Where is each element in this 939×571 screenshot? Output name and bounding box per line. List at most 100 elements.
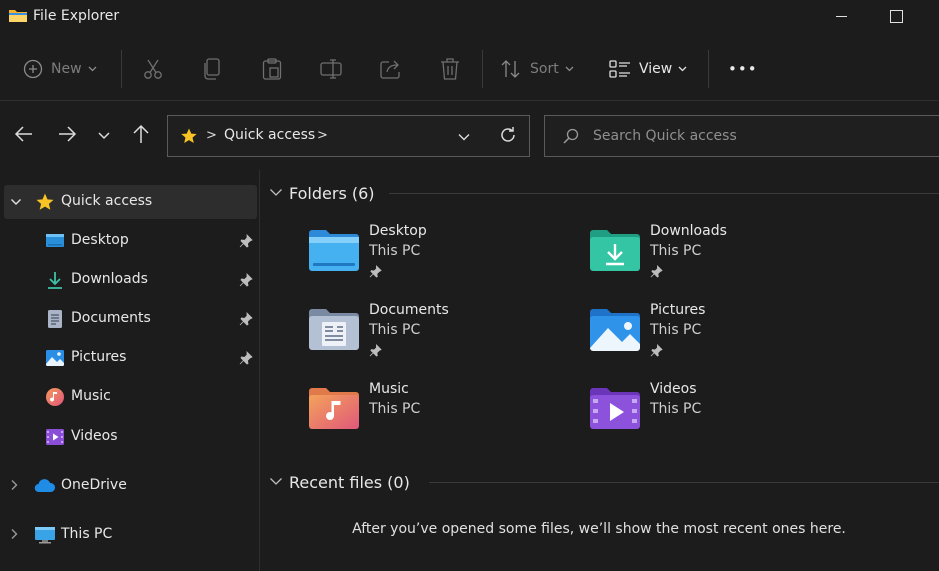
address-row: > Quick access > [0, 100, 939, 170]
share-button[interactable] [380, 54, 402, 84]
folder-location: This PC [650, 401, 702, 417]
folder-location: This PC [369, 322, 421, 338]
folder-name: Downloads [650, 223, 727, 239]
desktop-folder-icon [307, 229, 361, 273]
sidebar-item-videos[interactable]: Videos [0, 420, 258, 454]
back-button[interactable] [13, 123, 37, 147]
videos-icon [45, 427, 65, 447]
refresh-icon[interactable] [498, 125, 518, 149]
content-pane: Folders (6) Desktop This PC Downloads Th… [261, 170, 939, 571]
sidebar-item-this-pc[interactable]: This PC [0, 518, 258, 552]
sidebar-item-pictures[interactable]: Pictures [0, 341, 258, 375]
chevron-down-icon[interactable] [458, 129, 470, 145]
recent-files-group-header[interactable]: Recent files (0) [269, 470, 939, 494]
group-divider [429, 482, 939, 483]
folder-tile-pictures[interactable]: Pictures This PC [588, 302, 858, 374]
address-bar[interactable]: > Quick access > [167, 115, 530, 157]
sidebar-item-downloads[interactable]: Downloads [0, 263, 258, 297]
copy-button[interactable] [203, 54, 221, 84]
desktop-icon [45, 231, 65, 251]
sidebar-item-desktop[interactable]: Desktop [0, 224, 258, 258]
folder-tile-music[interactable]: Music This PC [307, 381, 577, 453]
view-button[interactable]: View [609, 54, 687, 84]
title-bar: File Explorer [0, 0, 939, 36]
pin-icon [369, 265, 382, 282]
sidebar-item-documents[interactable]: Documents [0, 302, 258, 336]
copy-icon [203, 58, 221, 80]
folder-name: Music [369, 381, 409, 397]
pin-icon [650, 344, 663, 361]
pin-icon [369, 344, 382, 361]
pictures-icon [45, 348, 65, 368]
rename-button[interactable] [320, 54, 342, 84]
share-icon [380, 59, 402, 79]
breadcrumb-quick-access[interactable]: Quick access [224, 127, 315, 143]
folders-group-header[interactable]: Folders (6) [269, 181, 939, 205]
sidebar-item-label: Desktop [71, 232, 129, 248]
new-label: New [51, 61, 82, 77]
search-input[interactable] [593, 125, 923, 147]
sidebar-item-label: Documents [71, 310, 151, 326]
toolbar-divider [482, 50, 483, 88]
up-button[interactable] [130, 123, 154, 147]
arrow-right-icon [59, 126, 77, 142]
pin-icon [239, 234, 253, 252]
recent-locations-button[interactable] [97, 129, 121, 153]
forward-button[interactable] [56, 123, 80, 147]
chevron-down-icon[interactable] [10, 195, 22, 211]
sidebar-item-label: OneDrive [61, 477, 127, 493]
view-list-icon [609, 60, 631, 78]
pin-icon [650, 265, 663, 282]
plus-circle-icon [23, 59, 43, 79]
cut-icon [143, 58, 163, 80]
folder-tile-desktop[interactable]: Desktop This PC [307, 223, 577, 295]
more-options-button[interactable]: ••• [728, 54, 758, 84]
folder-location: This PC [369, 401, 421, 417]
cut-button[interactable] [143, 54, 163, 84]
arrow-left-icon [14, 126, 32, 142]
sort-icon [500, 59, 522, 79]
chevron-down-icon [269, 474, 283, 490]
pin-icon [239, 312, 253, 330]
delete-button[interactable] [440, 54, 460, 84]
search-box[interactable] [544, 115, 939, 157]
music-icon [45, 387, 65, 407]
minimize-button[interactable] [819, 0, 865, 32]
folder-name: Videos [650, 381, 697, 397]
folders-header-label: Folders (6) [289, 183, 375, 203]
paste-button[interactable] [262, 54, 282, 84]
pin-icon [239, 273, 253, 291]
folder-name: Desktop [369, 223, 427, 239]
star-icon [180, 127, 198, 149]
sidebar-item-quick-access[interactable]: Quick access [4, 185, 257, 219]
sidebar-item-label: Quick access [61, 193, 153, 209]
sidebar-item-onedrive[interactable]: OneDrive [0, 469, 258, 503]
breadcrumb-chevron[interactable]: > [317, 128, 328, 143]
this-pc-icon [34, 525, 55, 545]
window-title: File Explorer [33, 8, 120, 24]
sidebar-item-label: Downloads [71, 271, 148, 287]
folder-location: This PC [650, 243, 702, 259]
toolbar-divider [708, 50, 709, 88]
sidebar-item-label: Videos [71, 428, 118, 444]
chevron-right-icon[interactable] [10, 528, 18, 544]
chevron-down-icon [678, 66, 687, 72]
chevron-right-icon[interactable] [10, 479, 18, 495]
star-icon [35, 192, 55, 212]
more-icon: ••• [728, 60, 758, 78]
chevron-down-icon [269, 185, 283, 201]
sidebar-item-label: Pictures [71, 349, 127, 365]
videos-folder-icon [588, 387, 642, 431]
download-icon [45, 270, 65, 290]
sidebar-item-label: Music [71, 388, 111, 404]
sort-button[interactable]: Sort [500, 54, 574, 84]
arrow-up-icon [133, 124, 149, 143]
maximize-button[interactable] [872, 0, 918, 32]
sidebar-item-music[interactable]: Music [0, 380, 258, 414]
pictures-folder-icon [588, 308, 642, 352]
folder-tile-downloads[interactable]: Downloads This PC [588, 223, 858, 295]
folder-tile-videos[interactable]: Videos This PC [588, 381, 858, 453]
new-button[interactable]: New [23, 54, 97, 84]
folder-tile-documents[interactable]: Documents This PC [307, 302, 577, 374]
sort-label: Sort [530, 61, 559, 77]
